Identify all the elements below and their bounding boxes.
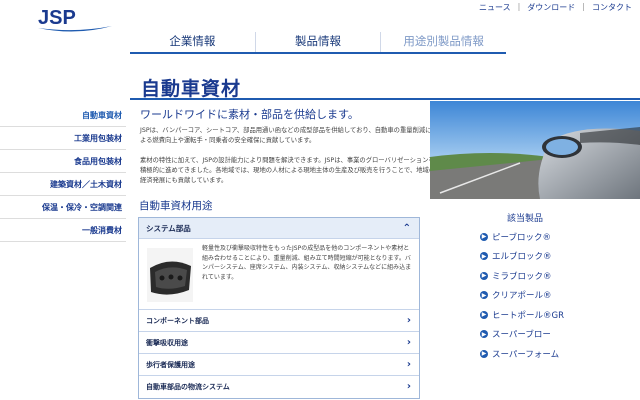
arrow-right-icon: ▶ [480,349,488,358]
chevron-right-icon: › [406,381,411,392]
product-link-super-blow[interactable]: ▶ スーパーブロー [480,325,630,345]
product-link-p-block[interactable]: ▶ ピーブロック® [480,227,630,247]
accordion-row-pedestrian-protection[interactable]: 歩行者保護用途 › [139,354,419,376]
description-paragraph: 素材の特性に加えて、JSPの設計能力により問題を解決できます。JSPは、事業のグ… [140,157,436,184]
chevron-right-icon: › [406,315,411,326]
product-link-heat-pole[interactable]: ▶ ヒートポール®GR [480,305,630,325]
accordion-row-label: 歩行者保護用途 [146,361,195,369]
arrow-right-icon: ▶ [480,232,488,241]
accordion-row-components[interactable]: コンポーネント部品 › [139,310,419,332]
sidebar-item-construction[interactable]: 建築資材／土木資材 [0,173,126,196]
related-products: 該当製品 ▶ ピーブロック® ▶ エルブロック® ▶ ミラブロック® ▶ クリア… [480,211,630,364]
page-subtitle: ワールドワイドに素材・部品を供給します。 [140,108,359,121]
application-accordion: システム部品 ⌃ 軽量性及び衝撃吸収特性をもったJSPの成型品を他のコンポーネン… [138,217,420,399]
accordion-row-impact-absorption[interactable]: 衝撃吸収用途 › [139,332,419,354]
title-divider [130,98,640,100]
arrow-right-icon: ▶ [480,291,488,300]
logo-text: JSP [38,7,76,29]
arrow-right-icon: ▶ [480,330,488,339]
product-label: クリアポール® [492,291,552,302]
accordion-row-label: 自動車部品の物流システム [146,383,230,391]
product-link-mira-block[interactable]: ▶ ミラブロック® [480,266,630,286]
utility-separator: | [517,2,521,11]
accordion-header-system-parts[interactable]: システム部品 ⌃ [139,218,419,239]
accordion-header-label: システム部品 [146,224,191,233]
utility-nav: ニュース | ダウンロード | コンタクト [479,2,632,13]
tab-application-products[interactable]: 用途別製品情報 [380,32,506,52]
accordion-panel: 軽量性及び衝撃吸収特性をもったJSPの成型品を他のコンポーネントや素材と組み合わ… [139,239,419,310]
global-nav: 企業情報 製品情報 用途別製品情報 [130,32,506,54]
tab-company-info[interactable]: 企業情報 [130,32,255,52]
sidebar-item-food-packaging[interactable]: 食品用包装材 [0,150,126,173]
sidebar-item-automotive[interactable]: 自動車資材 [0,104,126,127]
product-label: スーパーブロー [492,330,551,341]
news-link[interactable]: ニュース [479,2,511,13]
accordion-row-label: 衝撃吸収用途 [146,339,188,347]
bumper-part-image [147,248,193,302]
sidebar-item-consumer[interactable]: 一般消費材 [0,219,126,242]
car-mirror-photo [430,101,640,199]
sidebar-item-insulation[interactable]: 保温・保冷・空調関連 [0,196,126,219]
product-link-super-foam[interactable]: ▶ スーパーフォーム [480,344,630,364]
arrow-right-icon: ▶ [480,271,488,280]
description-paragraph: JSPは、バンパーコア、シートコア、部品用通い函などの成型部品を供給しており、自… [140,127,432,144]
page-title: 自動車資材 [141,78,242,100]
chevron-right-icon: › [406,337,411,348]
jsp-logo[interactable]: JSP [36,6,114,36]
product-label: ヒートポール®GR [492,310,564,321]
accordion-panel-text: 軽量性及び衝撃吸収特性をもったJSPの成型品を他のコンポーネントや素材と組み合わ… [202,245,412,281]
contact-link[interactable]: コンタクト [592,2,632,13]
product-label: ミラブロック® [492,271,552,282]
product-label: ピーブロック® [492,232,551,243]
arrow-right-icon: ▶ [480,252,488,261]
product-label: スーパーフォーム [492,349,560,360]
arrow-right-icon: ▶ [480,310,488,319]
product-label: エルブロック® [492,252,552,263]
chevron-right-icon: › [406,359,411,370]
sidebar: 自動車資材 工業用包装材 食品用包装材 建築資材／土木資材 保温・保冷・空調関連… [0,104,126,242]
section-title: 自動車資材用途 [139,200,213,212]
product-link-l-block[interactable]: ▶ エルブロック® [480,247,630,267]
chevron-up-icon: ⌃ [402,223,411,234]
product-link-clear-pole[interactable]: ▶ クリアポール® [480,286,630,306]
utility-separator: | [582,2,585,11]
download-link[interactable]: ダウンロード [527,2,575,13]
tab-product-info[interactable]: 製品情報 [254,32,381,52]
related-products-title: 該当製品 [507,214,544,224]
sidebar-item-industrial-packaging[interactable]: 工業用包装材 [0,127,126,150]
accordion-row-label: コンポーネント部品 [146,317,209,325]
accordion-row-logistics[interactable]: 自動車部品の物流システム › [139,376,419,398]
